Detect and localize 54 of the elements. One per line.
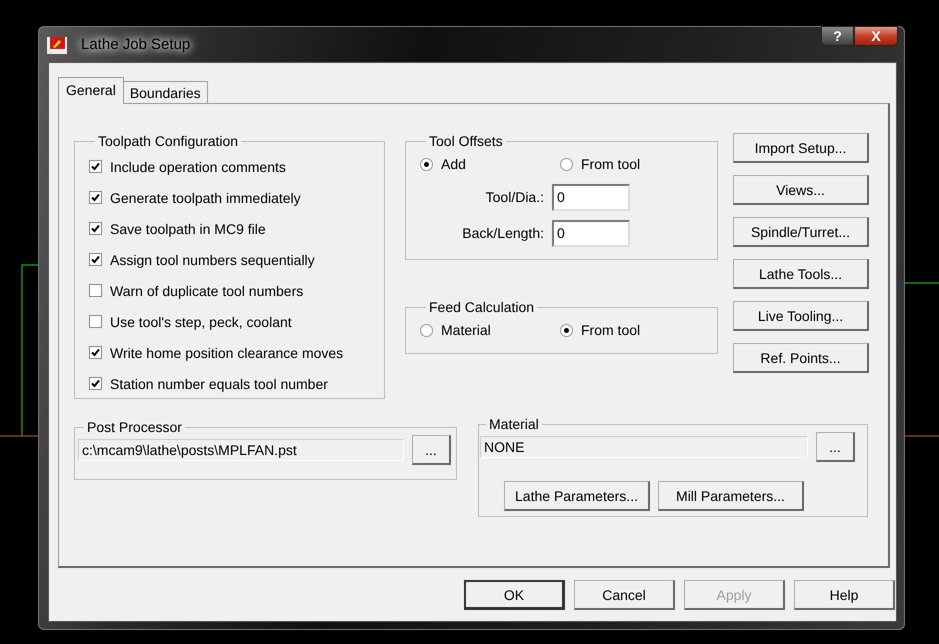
path-field[interactable]: c:\mcam9\lathe\posts\MPLFAN.pst bbox=[78, 439, 404, 461]
dialog-button[interactable]: Cancel bbox=[574, 580, 675, 610]
radio-label: From tool bbox=[581, 322, 640, 338]
checkbox[interactable] bbox=[89, 377, 102, 390]
dialog-button[interactable]: Live Tooling... bbox=[733, 301, 869, 331]
checkbox-label: Write home position clearance moves bbox=[110, 344, 344, 360]
checkbox-label: Save toolpath in MC9 file bbox=[110, 220, 266, 236]
radio-button[interactable] bbox=[560, 158, 573, 170]
tab[interactable]: Boundaries bbox=[122, 81, 208, 103]
close-button[interactable]: X bbox=[854, 26, 898, 46]
checkbox[interactable] bbox=[89, 315, 102, 328]
radio-label: Material bbox=[441, 322, 491, 338]
app-icon bbox=[47, 34, 67, 54]
radio-label: Add bbox=[441, 156, 466, 172]
group-title: Tool Offsets bbox=[428, 133, 504, 149]
dialog-button[interactable]: Spindle/Turret... bbox=[733, 217, 869, 247]
group-title: Toolpath Configuration bbox=[97, 133, 240, 149]
browse-button[interactable]: ... bbox=[816, 432, 855, 462]
dialog-button[interactable]: OK bbox=[464, 580, 565, 610]
checkbox[interactable] bbox=[89, 284, 102, 297]
checkbox[interactable] bbox=[89, 222, 102, 235]
radio-button[interactable] bbox=[560, 324, 573, 336]
checkbox[interactable] bbox=[89, 191, 102, 204]
group-title: Material bbox=[488, 416, 540, 432]
checkbox-label: Warn of duplicate tool numbers bbox=[110, 282, 304, 298]
group-title: Post Processor bbox=[86, 419, 183, 435]
checkbox-label: Station number equals tool number bbox=[110, 376, 328, 392]
help-button[interactable]: ? bbox=[821, 26, 854, 46]
radio-button[interactable] bbox=[420, 158, 433, 170]
checkbox[interactable] bbox=[89, 346, 102, 359]
radio-label: From tool bbox=[581, 156, 640, 172]
checkbox-label: Assign tool numbers sequentially bbox=[110, 252, 315, 268]
field-label: Back/Length: bbox=[461, 225, 545, 241]
group-title: Feed Calculation bbox=[428, 299, 536, 315]
dialog-button[interactable]: Views... bbox=[733, 175, 869, 205]
checkbox-label: Include operation comments bbox=[110, 158, 286, 174]
radio-button[interactable] bbox=[420, 324, 433, 336]
dialog-button[interactable]: Lathe Tools... bbox=[733, 259, 869, 289]
field-label: Tool/Dia.: bbox=[484, 189, 545, 205]
parameters-button[interactable]: Mill Parameters... bbox=[658, 481, 804, 511]
checkbox-label: Generate toolpath immediately bbox=[110, 190, 301, 206]
tab[interactable]: General bbox=[58, 77, 124, 104]
browse-button[interactable]: ... bbox=[412, 435, 451, 465]
checkbox[interactable] bbox=[89, 160, 102, 173]
dialog-button[interactable]: Import Setup... bbox=[733, 133, 869, 163]
input-field[interactable]: 0 bbox=[552, 184, 630, 210]
parameters-button[interactable]: Lathe Parameters... bbox=[504, 481, 650, 511]
material-field[interactable]: NONE bbox=[480, 436, 808, 458]
window-title: Lathe Job Setup bbox=[80, 36, 192, 53]
input-field[interactable]: 0 bbox=[552, 220, 630, 246]
dialog-button[interactable]: Ref. Points... bbox=[733, 343, 869, 373]
checkbox[interactable] bbox=[89, 253, 102, 266]
dialog-button[interactable]: Help bbox=[794, 580, 895, 610]
checkbox-label: Use tool's step, peck, coolant bbox=[110, 314, 292, 330]
